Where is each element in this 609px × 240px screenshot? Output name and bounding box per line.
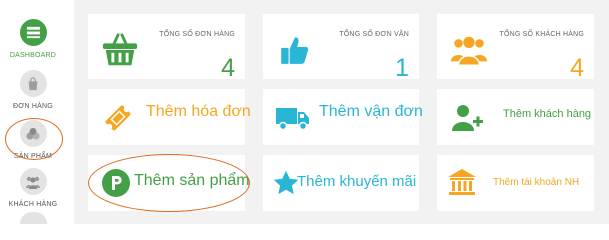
stat-card-customers[interactable]: TỔNG SỐ KHÁCH HÀNG 4 bbox=[437, 14, 594, 82]
sidebar-item-customers[interactable]: KHÁCH HÀNG bbox=[0, 168, 66, 208]
stat-label: TỔNG SỐ KHÁCH HÀNG bbox=[499, 31, 584, 38]
sidebar-item-orders[interactable]: ĐƠN HÀNG bbox=[0, 70, 66, 110]
stat-card-orders[interactable]: TỔNG SỐ ĐƠN HÀNG 4 bbox=[88, 14, 245, 82]
sidebar-item-dashboard[interactable]: DASHBOARD bbox=[0, 19, 66, 59]
stat-card-shipments[interactable]: TỔNG SỐ ĐƠN VẬN 1 bbox=[263, 14, 419, 82]
sidebar: DASHBOARD ĐƠN HÀNG SẢN PHẨM KHÁCH HÀNG bbox=[0, 0, 66, 224]
action-label: Thêm tài khoản NH bbox=[493, 177, 580, 188]
sidebar-item-label: KHÁCH HÀNG bbox=[8, 201, 58, 208]
customers-icon bbox=[19, 168, 47, 195]
sidebar-item-label: ĐƠN HÀNG bbox=[13, 103, 53, 110]
shopping-bag-icon bbox=[19, 70, 47, 97]
add-shipment-button[interactable]: Thêm vận đơn bbox=[263, 89, 423, 145]
add-invoice-button[interactable]: Thêm hóa đơn bbox=[88, 89, 251, 145]
sidebar-next-icon[interactable] bbox=[20, 212, 47, 224]
add-customer-button[interactable]: Thêm khách hàng bbox=[437, 89, 594, 145]
sidebar-item-label: DASHBOARD bbox=[9, 52, 57, 59]
highlight-oval bbox=[5, 118, 63, 160]
add-user-icon bbox=[447, 96, 487, 140]
dashboard-icon bbox=[19, 19, 47, 46]
thumbs-up-icon bbox=[273, 24, 317, 76]
truck-icon bbox=[273, 96, 313, 140]
ticket-icon bbox=[98, 96, 138, 140]
dashboard-main: TỔNG SỐ ĐƠN HÀNG 4 TỔNG SỐ ĐƠN VẬN 1 TỔN… bbox=[74, 0, 609, 224]
customers-icon bbox=[447, 24, 491, 76]
action-label: Thêm vận đơn bbox=[319, 103, 423, 120]
action-label: Thêm khuyến mãi bbox=[297, 173, 417, 190]
basket-icon bbox=[98, 24, 142, 76]
stat-value: 1 bbox=[395, 54, 409, 82]
stat-value: 4 bbox=[570, 54, 584, 82]
highlight-oval bbox=[88, 154, 250, 212]
stat-label: TỔNG SỐ ĐƠN HÀNG bbox=[159, 31, 235, 38]
bank-icon bbox=[445, 165, 479, 199]
stat-value: 4 bbox=[221, 54, 235, 82]
action-label: Thêm khách hàng bbox=[503, 108, 592, 120]
add-bank-account-button[interactable]: Thêm tài khoản NH bbox=[437, 155, 594, 211]
stat-label: TỔNG SỐ ĐƠN VẬN bbox=[339, 31, 409, 38]
action-label: Thêm hóa đơn bbox=[146, 103, 251, 120]
add-promotion-button[interactable]: Thêm khuyến mãi bbox=[263, 155, 419, 211]
